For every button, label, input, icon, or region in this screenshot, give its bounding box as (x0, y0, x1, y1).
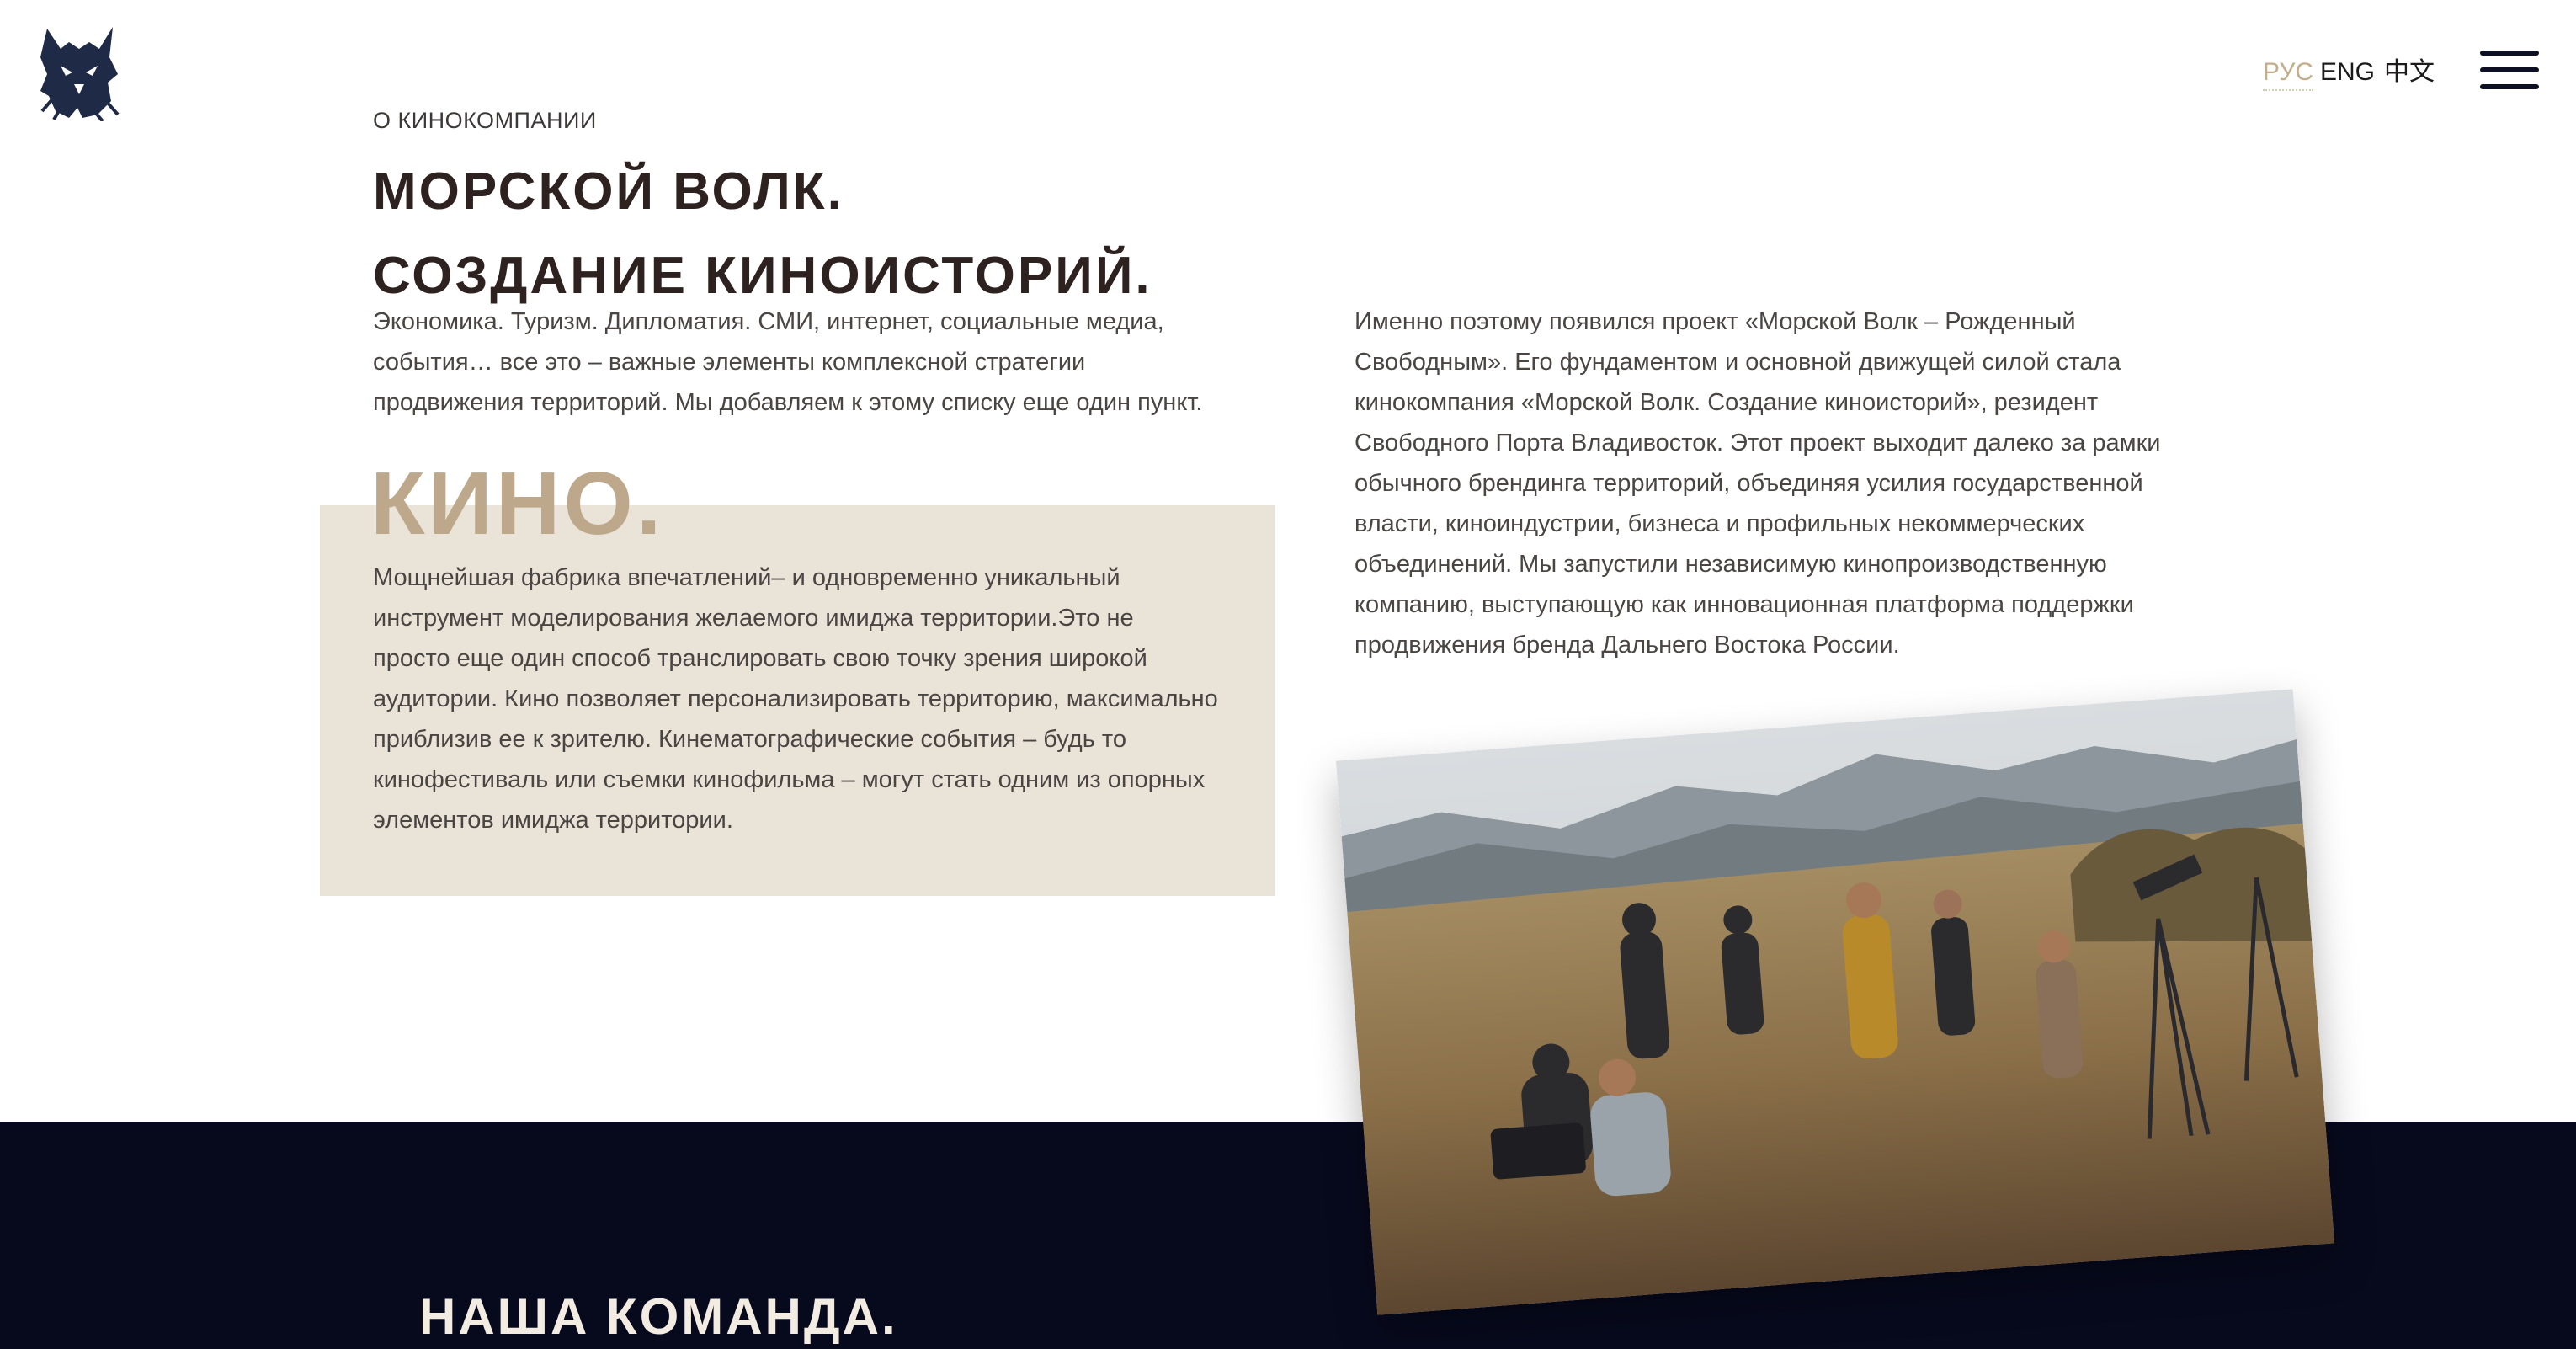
text-line: Мощнейшая фабрика впечатлений– и одновре… (373, 564, 1120, 591)
text-line: власти, киноиндустрии, бизнеса и профиль… (1355, 510, 2085, 537)
text-line: продвижения территорий. Мы добавляем к э… (373, 389, 1203, 416)
hamburger-icon-line (2480, 84, 2539, 89)
wolf-logo-icon (40, 27, 120, 123)
text-line: объединений. Мы запустили независимую ки… (1355, 551, 2107, 578)
menu-button[interactable] (2480, 51, 2539, 91)
logo[interactable] (35, 24, 123, 123)
film-crew-image (1335, 689, 2335, 1315)
text-line: продвижения бренда Дальнего Востока Росс… (1355, 632, 1900, 659)
text-line: инструмент моделирования желаемого имидж… (373, 605, 1134, 632)
text-line: события… все это – важные элементы компл… (373, 349, 1086, 376)
intro-paragraph: Экономика. Туризм. Дипломатия. СМИ, инте… (373, 301, 1202, 423)
text-line: Именно поэтому появился проект «Морской … (1355, 308, 2076, 335)
project-paragraph: Именно поэтому появился проект «Морской … (1355, 301, 2160, 665)
hamburger-icon-line (2480, 67, 2539, 72)
text-line: компанию, выступающую как инновационная … (1355, 591, 2134, 618)
text-line: просто еще один способ транслировать сво… (373, 645, 1147, 672)
title-line-2: СОЗДАНИЕ КИНОИСТОРИЙ. (373, 247, 1152, 305)
hamburger-icon (2480, 51, 2539, 56)
lang-zh[interactable]: 中文 (2384, 56, 2435, 89)
title-line-1: МОРСКОЙ ВОЛК. (373, 163, 844, 221)
film-crew-photo (1335, 689, 2335, 1315)
text-line: обычного брендинга территорий, объединяя… (1355, 470, 2143, 497)
lang-ru[interactable]: РУС (2263, 56, 2314, 91)
text-line: аудитории. Кино позволяет персонализиров… (373, 685, 1218, 712)
text-line: Свободным». Его фундаментом и основной д… (1355, 349, 2121, 376)
team-heading: НАША КОМАНДА. (419, 1288, 898, 1345)
page-title: МОРСКОЙ ВОЛК. СОЗДАНИЕ КИНОИСТОРИЙ. (373, 150, 1152, 318)
text-line: кинофестиваль или съемки кинофильма – мо… (373, 766, 1206, 793)
lang-en[interactable]: ENG (2320, 56, 2375, 89)
text-line: Экономика. Туризм. Дипломатия. СМИ, инте… (373, 308, 1164, 335)
kino-heading: КИНО. (370, 454, 665, 553)
text-line: Свободного Порта Владивосток. Этот проек… (1355, 429, 2161, 456)
text-line: кинокомпания «Морской Волк. Создание кин… (1355, 389, 2099, 416)
text-line: приблизив ее к зрителю. Кинематографичес… (373, 726, 1126, 753)
kino-paragraph: Мощнейшая фабрика впечатлений– и одновре… (373, 557, 1218, 840)
section-eyebrow: О КИНОКОМПАНИИ (373, 108, 597, 133)
text-line: элементов имиджа территории. (373, 807, 733, 834)
